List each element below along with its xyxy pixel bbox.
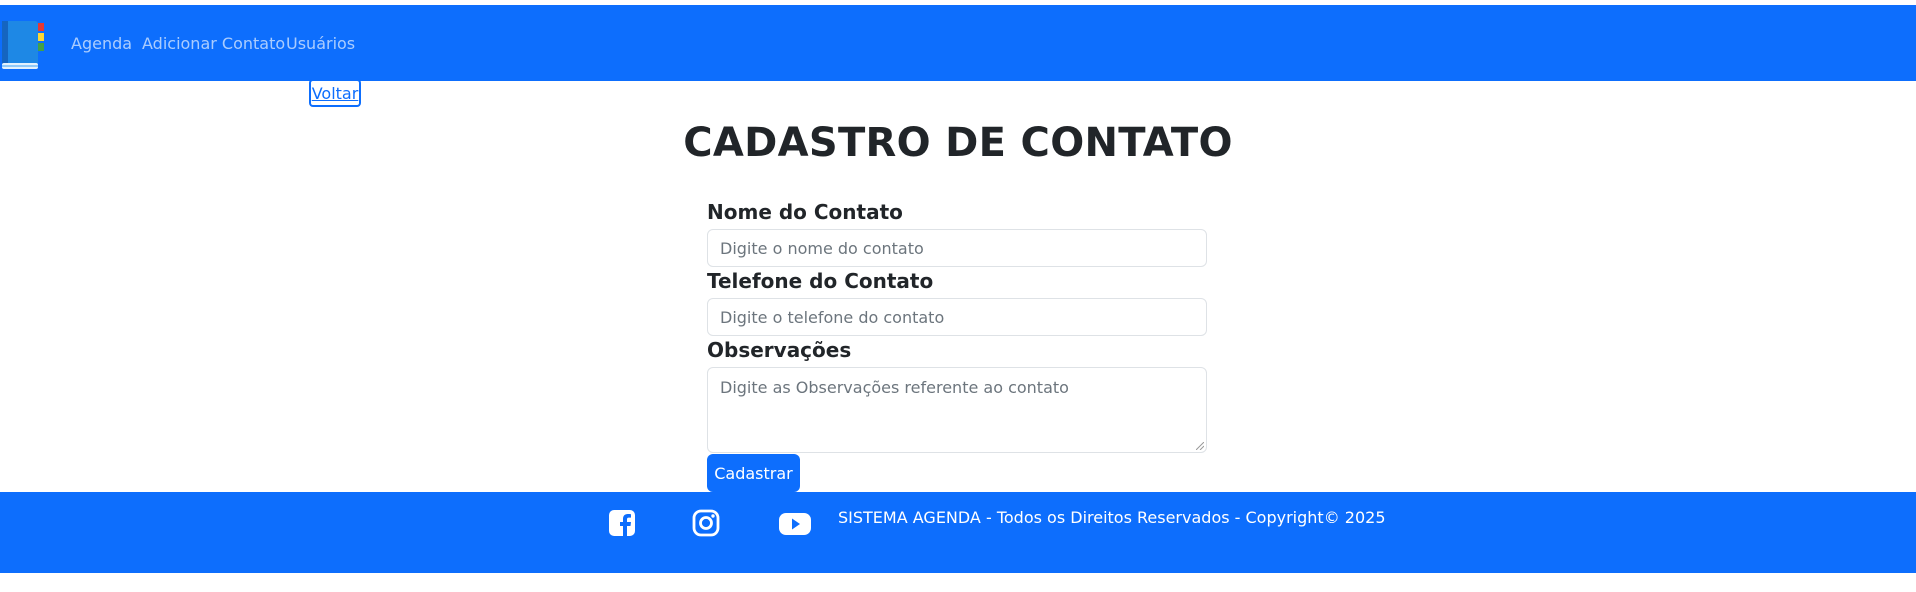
name-input[interactable]: Digite o nome do contato (707, 229, 1207, 267)
nav-link-agenda[interactable]: Agenda (71, 34, 132, 53)
youtube-icon[interactable] (778, 508, 812, 538)
name-label: Nome do Contato (707, 200, 903, 224)
phone-input-placeholder: Digite o telefone do contato (720, 307, 945, 327)
phone-input[interactable]: Digite o telefone do contato (707, 298, 1207, 336)
facebook-icon[interactable] (607, 508, 637, 538)
notes-label: Observações (707, 338, 852, 362)
submit-button[interactable]: Cadastrar (707, 454, 800, 492)
page-title: CADASTRO DE CONTATO (683, 120, 1233, 166)
footer (0, 492, 1916, 573)
name-input-placeholder: Digite o nome do contato (720, 238, 924, 258)
instagram-icon[interactable] (691, 508, 721, 538)
notes-textarea-placeholder: Digite as Observações referente ao conta… (720, 378, 1069, 397)
address-book-icon[interactable] (0, 19, 46, 73)
nav-link-users[interactable]: Usuários (286, 34, 355, 53)
notes-textarea[interactable]: Digite as Observações referente ao conta… (707, 367, 1207, 453)
footer-copyright: SISTEMA AGENDA - Todos os Direitos Reser… (838, 508, 1386, 527)
back-link[interactable]: Voltar (309, 79, 361, 107)
nav-link-add-contact[interactable]: Adicionar Contato (142, 34, 285, 53)
navbar: Agenda Adicionar Contato Usuários (0, 5, 1916, 81)
resize-grip-icon[interactable] (1196, 442, 1204, 450)
phone-label: Telefone do Contato (707, 269, 934, 293)
